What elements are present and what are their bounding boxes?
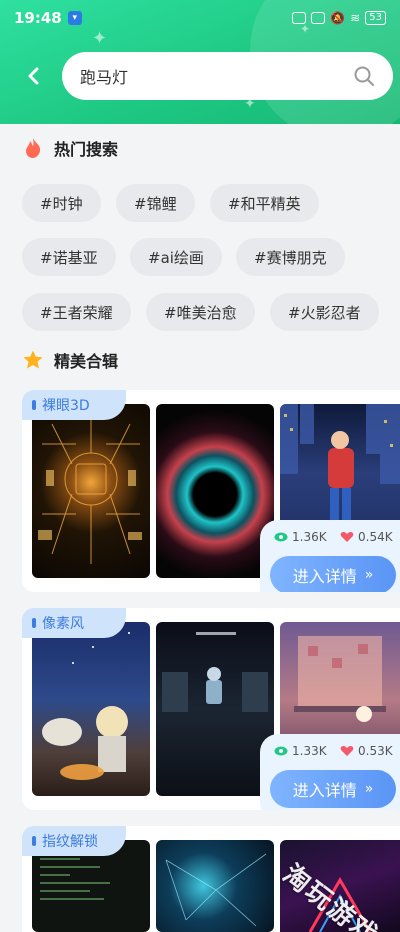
likes-stat: 0.54K: [340, 530, 393, 544]
hot-tag[interactable]: #和平精英: [210, 184, 319, 222]
pixel-room-graphic: [156, 632, 274, 724]
double-chevron-right-icon: »: [364, 781, 374, 797]
back-button[interactable]: [22, 64, 46, 88]
stats-panel: 1.36K 0.54K 进入详情 »: [260, 520, 400, 592]
enter-details-label: 进入详情: [292, 781, 357, 800]
wallpaper-thumbnail[interactable]: [156, 404, 274, 578]
search-icon[interactable]: [353, 65, 375, 87]
wallpaper-thumbnail[interactable]: [32, 622, 150, 796]
wallpaper-thumbnail[interactable]: [156, 622, 274, 796]
status-icons: 🔕 ≋ 53: [292, 11, 386, 25]
alarm-icon: [311, 12, 326, 24]
likes-count: 0.53K: [358, 744, 393, 758]
eye-icon: [274, 746, 288, 756]
hot-tag[interactable]: #火影忍者: [270, 293, 379, 331]
likes-stat: 0.53K: [340, 744, 393, 758]
header: ✦ ✦ ✦ 19:48 ▾ 🔕 ≋ 53 跑马灯: [0, 0, 400, 124]
heart-icon: [340, 532, 354, 542]
status-bar: 19:48 ▾ 🔕 ≋ 53: [0, 0, 400, 36]
collection-tag: 指纹解锁: [22, 826, 126, 856]
collection-tag: 像素风: [22, 608, 126, 638]
heart-icon: [340, 746, 354, 756]
flame-icon: [26, 138, 41, 158]
chevron-left-icon: [28, 67, 39, 85]
search-input[interactable]: 跑马灯: [80, 64, 353, 88]
pixel-scene-graphic: [42, 632, 130, 780]
eye-icon: [274, 532, 288, 542]
wallpaper-thumbnail[interactable]: [32, 404, 150, 578]
hot-tag[interactable]: #王者荣耀: [22, 293, 131, 331]
hot-tag[interactable]: #诺基亚: [22, 238, 116, 276]
views-stat: 1.36K: [274, 530, 327, 544]
hot-search-header: 热门搜索: [22, 136, 118, 160]
status-time: 19:48: [14, 9, 62, 27]
hot-tag[interactable]: #赛博朋克: [236, 238, 345, 276]
hot-tag[interactable]: #ai绘画: [130, 238, 222, 276]
search-bar[interactable]: 跑马灯: [62, 52, 393, 100]
enter-details-button[interactable]: 进入详情 »: [270, 556, 396, 592]
star-icon: [23, 350, 43, 369]
mute-icon: 🔕: [330, 11, 346, 25]
collection-tag: 裸眼3D: [22, 390, 126, 420]
collection-card[interactable]: 像素风 1.33K 0.53K 进入详情 »: [22, 608, 400, 810]
collection-card[interactable]: 裸眼3D 1.36K 0.54K 进入详情 »: [22, 390, 400, 592]
wallpaper-thumbnail[interactable]: [156, 840, 274, 932]
views-count: 1.33K: [292, 744, 327, 758]
circuit-graphic: [38, 414, 142, 564]
hot-tag[interactable]: #锦鲤: [116, 184, 195, 222]
nfc-icon: [292, 12, 307, 24]
enter-details-button[interactable]: 进入详情 »: [270, 770, 396, 808]
hot-tag[interactable]: #唯美治愈: [146, 293, 255, 331]
hot-search-title: 热门搜索: [54, 140, 119, 159]
app-notification-icon: ▾: [67, 11, 82, 25]
hot-tag[interactable]: #时钟: [22, 184, 101, 222]
collections-title: 精美合辑: [54, 352, 119, 371]
stats-panel: 1.33K 0.53K 进入详情 »: [260, 734, 400, 810]
collections-header: 精美合辑: [22, 348, 118, 372]
enter-details-label: 进入详情: [292, 567, 357, 586]
views-stat: 1.33K: [274, 744, 327, 758]
network-graphic: [165, 853, 267, 927]
views-count: 1.36K: [292, 530, 327, 544]
wifi-icon: ≋: [350, 11, 361, 25]
battery-icon: 53: [365, 11, 386, 25]
double-chevron-right-icon: »: [364, 567, 374, 583]
likes-count: 0.54K: [358, 530, 393, 544]
